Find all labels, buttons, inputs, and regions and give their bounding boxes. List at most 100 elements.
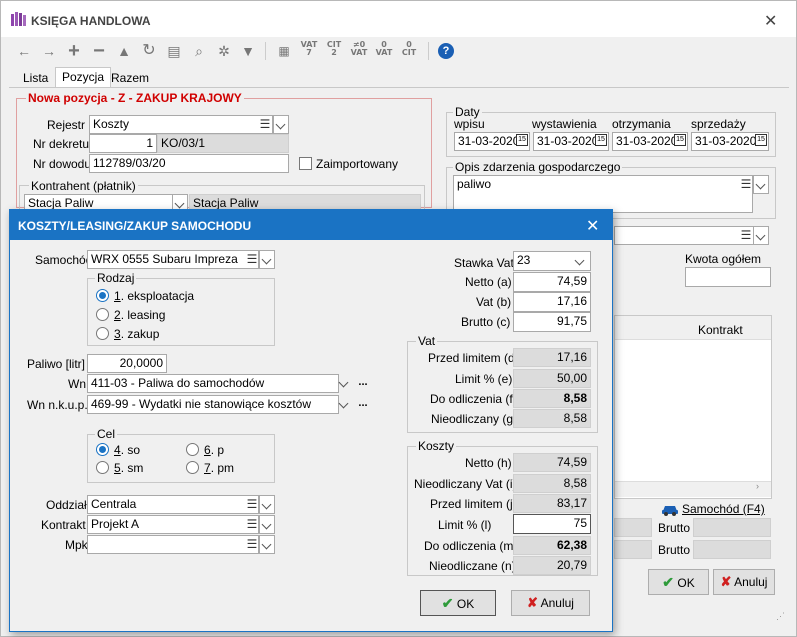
positions-table[interactable]	[614, 315, 772, 499]
add-icon[interactable]: +	[65, 41, 83, 61]
cel-pm-radio[interactable]	[186, 461, 199, 474]
help-icon[interactable]: ?	[438, 43, 454, 59]
limit-e-label: Limit % (e)	[455, 372, 513, 386]
refresh-icon[interactable]: ↻	[140, 41, 158, 61]
samochod-dropdown[interactable]	[259, 250, 275, 269]
kontrakt-label: Kontrakt	[41, 518, 86, 532]
samochod-field[interactable]: WRX 0555 Subaru Impreza	[87, 250, 259, 269]
vat-swap-icon[interactable]: ≠0 VAT	[350, 41, 368, 57]
list-icon[interactable]: ☰	[246, 495, 258, 514]
list-icon[interactable]: ☰	[259, 115, 271, 134]
oddzial-dropdown[interactable]	[259, 495, 275, 514]
car-icon	[662, 506, 678, 516]
anuluj-label: Anuluj	[540, 596, 574, 610]
filter-icon[interactable]: ▼	[239, 41, 257, 61]
dialog-title: KOSZTY/LEASING/ZAKUP SAMOCHODU	[18, 219, 252, 233]
kontrakt-dropdown[interactable]	[259, 515, 275, 534]
rodzaj-eksploatacja-radio[interactable]	[96, 289, 109, 302]
tab-pozycja[interactable]: Pozycja	[55, 67, 112, 88]
calendar-icon[interactable]: 15	[516, 134, 528, 146]
title-bar: KSIĘGA HANDLOWA ✕	[1, 1, 796, 37]
tab-razem[interactable]: Razem	[105, 69, 155, 87]
car-cost-dialog: KOSZTY/LEASING/ZAKUP SAMOCHODU ✕ Samochó…	[9, 209, 613, 632]
nr-dekretu-number[interactable]: 1	[89, 134, 157, 153]
list-icon[interactable]: ☰	[740, 175, 752, 194]
oddzial-field[interactable]: Centrala	[87, 495, 259, 514]
cit2-icon[interactable]: CIT 2	[325, 41, 343, 57]
check-icon: ✔	[662, 574, 675, 590]
nieodliczane-n-field: 20,79	[513, 556, 591, 575]
mpk-field[interactable]	[87, 535, 259, 554]
zoom-icon[interactable]: ⌕	[190, 41, 208, 61]
wnnkup-browse-button[interactable]: ...	[357, 396, 369, 415]
cel-so-label: 4. so	[114, 443, 141, 457]
wn-browse-button[interactable]: ...	[357, 375, 369, 394]
list-icon[interactable]: ☰	[246, 250, 258, 269]
back-icon[interactable]: ←	[15, 41, 33, 61]
wn-label: Wn	[68, 377, 86, 391]
nr-dowodu-label: Nr dowodu	[33, 157, 92, 171]
list-icon[interactable]: ☰	[740, 226, 752, 245]
print-icon[interactable]: ▤	[165, 41, 183, 61]
dialog-ok-button[interactable]: ✔ OK	[420, 590, 496, 616]
cel-p-radio[interactable]	[186, 443, 199, 456]
nr-dowodu-field[interactable]: 112789/03/20	[89, 154, 289, 173]
cel-sm-radio[interactable]	[96, 461, 109, 474]
vat-icon[interactable]: 0 VAT	[375, 41, 393, 57]
scroll-right-icon[interactable]: ›	[756, 481, 759, 491]
rejestr-dropdown[interactable]	[273, 115, 289, 134]
zaimportowany-checkbox[interactable]	[299, 157, 312, 170]
limit-l-field[interactable]: 75	[513, 514, 591, 534]
wn-dropdown[interactable]	[337, 374, 353, 393]
kwota-label: Kwota ogółem	[685, 252, 762, 266]
settings-icon[interactable]: ✲	[215, 41, 233, 61]
wnnkup-dropdown[interactable]	[337, 395, 353, 414]
dzial-dropdown[interactable]	[753, 226, 769, 245]
wnnkup-field[interactable]: 469-99 - Wydatki nie stanowiące kosztów	[87, 395, 339, 414]
rodzaj-leasing-radio[interactable]	[96, 308, 109, 321]
horizontal-scrollbar[interactable]	[615, 481, 771, 497]
dialog-close-button[interactable]: ✕	[586, 216, 599, 236]
ok-label: OK	[677, 576, 695, 590]
nieodl-vat-i-field: 8,58	[513, 474, 591, 493]
limit-e-field: 50,00	[513, 369, 591, 388]
list-icon[interactable]: ☰	[246, 535, 258, 554]
cit-icon[interactable]: 0 CIT	[400, 41, 418, 57]
forward-icon[interactable]: →	[40, 41, 58, 61]
opis-dropdown[interactable]	[753, 175, 769, 194]
nr-dekretu-label: Nr dekretu	[33, 137, 90, 151]
rodzaj-zakup-radio[interactable]	[96, 327, 109, 340]
dzial-field[interactable]	[614, 226, 755, 245]
table-header	[615, 316, 771, 340]
brutto-c-label: Brutto (c)	[461, 315, 511, 329]
close-window-button[interactable]: ✕	[764, 11, 777, 31]
stawka-chevron-down-icon[interactable]	[573, 252, 589, 271]
opis-legend: Opis zdarzenia gospodarczego	[453, 160, 623, 174]
kontrakt-field[interactable]: Projekt A	[87, 515, 259, 534]
cel-so-radio[interactable]	[96, 443, 109, 456]
kwota-field[interactable]	[685, 267, 771, 287]
paliwo-field[interactable]: 20,0000	[87, 354, 167, 373]
list-icon[interactable]: ☰	[246, 515, 258, 534]
remove-icon[interactable]: −	[90, 41, 108, 61]
tab-lista[interactable]: Lista	[17, 69, 54, 87]
mpk-dropdown[interactable]	[259, 535, 275, 554]
calendar-icon[interactable]: 15	[595, 134, 607, 146]
rejestr-field[interactable]: Koszty	[89, 115, 273, 134]
vat7-icon[interactable]: VAT 7	[300, 41, 318, 57]
samochod-button[interactable]: Samochód (F4)	[682, 502, 765, 516]
main-cancel-button[interactable]: ✘ Anuluj	[713, 569, 775, 595]
calendar-icon[interactable]: 15	[674, 134, 686, 146]
main-ok-button[interactable]: ✔ OK	[648, 569, 709, 595]
dialog-cancel-button[interactable]: ✘ Anuluj	[511, 590, 590, 616]
vat-table-icon[interactable]: ▦	[275, 41, 293, 61]
opis-field[interactable]: paliwo	[453, 175, 753, 213]
calendar-icon[interactable]: 15	[755, 134, 767, 146]
resize-grip-icon[interactable]: ⋰	[776, 611, 785, 622]
wn-field[interactable]: 411-03 - Paliwa do samochodów	[87, 374, 339, 393]
brutto-c-field[interactable]: 91,75	[513, 312, 591, 332]
warning-icon[interactable]: ▲	[115, 41, 133, 61]
vat-b-field[interactable]: 17,16	[513, 292, 591, 312]
otrzymania-label: otrzymania	[612, 117, 671, 131]
netto-a-field[interactable]: 74,59	[513, 272, 591, 292]
